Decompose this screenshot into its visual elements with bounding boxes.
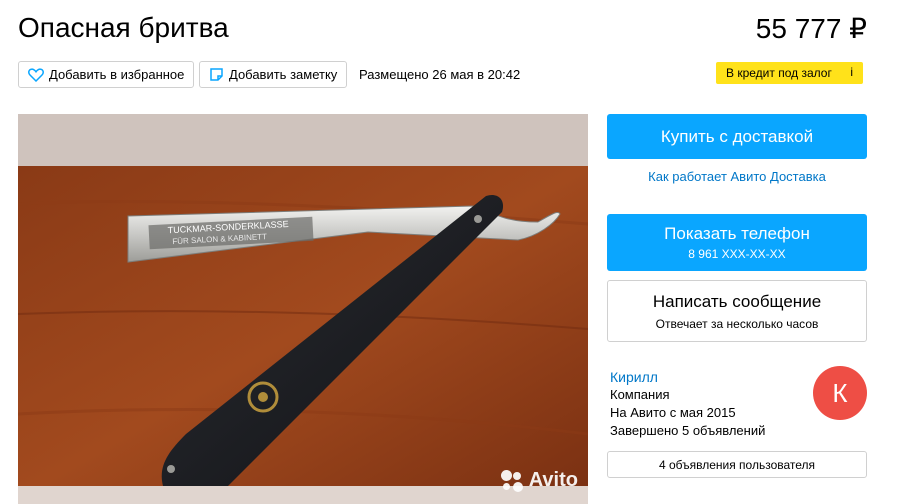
response-time: Отвечает за несколько часов <box>655 316 819 331</box>
razor-image: TUCKMAR-SONDERKLASSE FÜR SALON & KABINET… <box>18 114 588 504</box>
watermark-text: Avito <box>528 469 578 491</box>
avatar[interactable]: К <box>813 366 867 420</box>
credit-label: В кредит под залог <box>726 66 832 80</box>
info-icon[interactable]: i <box>850 65 853 79</box>
show-phone-button[interactable]: Показать телефон 8 961 XXX-XX-XX <box>607 214 867 271</box>
credit-badge[interactable]: В кредит под залог i <box>716 62 863 84</box>
note-icon <box>210 68 223 81</box>
write-message-label: Написать сообщение <box>652 291 822 311</box>
page-title: Опасная бритва <box>18 12 229 43</box>
delivery-info-link[interactable]: Как работает Авито Доставка <box>607 169 867 184</box>
posted-date: Размещено 26 мая в 20:42 <box>359 67 521 82</box>
heart-icon <box>28 67 44 82</box>
listing-photo[interactable]: TUCKMAR-SONDERKLASSE FÜR SALON & KABINET… <box>18 114 588 504</box>
avito-logo-icon <box>500 469 525 492</box>
show-phone-label: Показать телефон <box>664 224 810 243</box>
seller-name[interactable]: Кирилл <box>610 368 765 386</box>
buy-with-delivery-button[interactable]: Купить с доставкой <box>607 114 867 159</box>
phone-number: 8 961 XXX-XX-XX <box>688 247 786 261</box>
seller-completed: Завершено 5 объявлений <box>610 423 766 438</box>
add-to-favorites-label: Добавить в избранное <box>49 67 185 82</box>
avito-watermark: Avito <box>500 469 578 492</box>
seller-info: Кирилл Компания На Авито с мая 2015 Заве… <box>610 368 765 440</box>
add-to-favorites-button[interactable]: Добавить в избранное <box>18 61 195 88</box>
add-note-label: Добавить заметку <box>229 67 338 82</box>
seller-type: Компания <box>610 387 670 402</box>
price: 55 777 ₽ <box>755 13 867 44</box>
buy-with-delivery-label: Купить с доставкой <box>660 126 814 146</box>
user-ads-button[interactable]: 4 объявления пользователя <box>607 451 867 478</box>
write-message-button[interactable]: Написать сообщение Отвечает за несколько… <box>607 280 867 342</box>
add-note-button[interactable]: Добавить заметку <box>199 61 348 88</box>
seller-since: На Авито с мая 2015 <box>610 405 736 420</box>
